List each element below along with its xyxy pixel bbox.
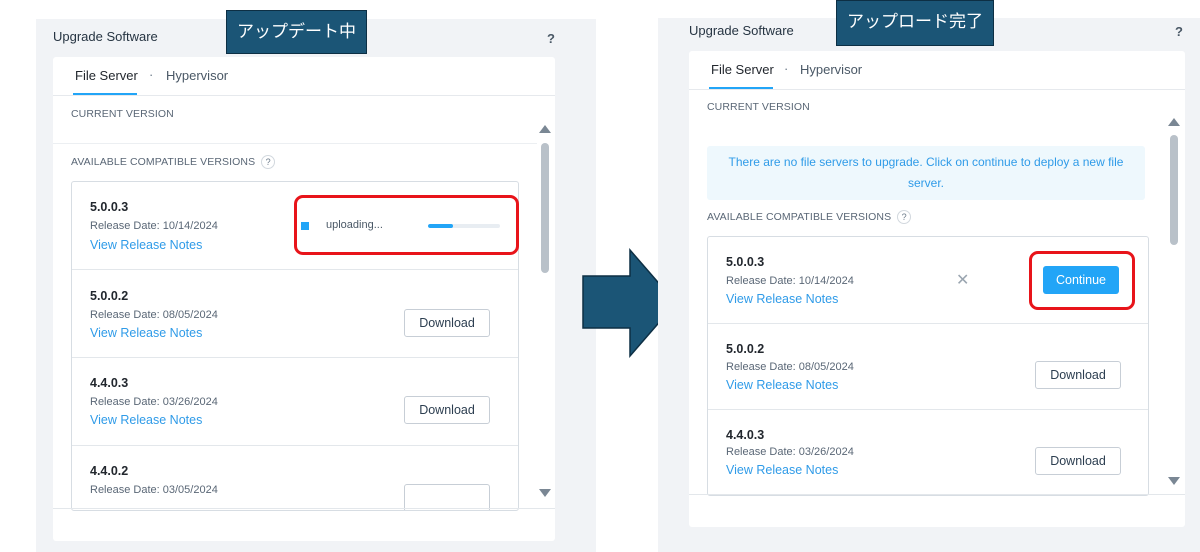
release-date: Release Date: 03/26/2024 xyxy=(726,446,854,458)
version-number: 4.4.0.2 xyxy=(90,464,129,478)
close-icon[interactable]: ✕ xyxy=(956,270,969,290)
download-button[interactable]: Download xyxy=(404,309,490,337)
panel-title: Upgrade Software xyxy=(53,29,158,44)
release-date: Release Date: 10/14/2024 xyxy=(726,275,854,287)
version-row: 5.0.0.2 Release Date: 08/05/2024 View Re… xyxy=(708,324,1148,410)
current-version-label: CURRENT VERSION xyxy=(707,101,810,113)
tab-file-server[interactable]: File Server xyxy=(711,62,774,77)
release-notes-link[interactable]: View Release Notes xyxy=(726,292,838,306)
release-date: Release Date: 03/26/2024 xyxy=(90,396,218,408)
download-button[interactable]: Download xyxy=(1035,361,1121,389)
release-date: Release Date: 08/05/2024 xyxy=(726,361,854,373)
tab-active-underline xyxy=(73,93,137,95)
scrollbar-thumb[interactable] xyxy=(1170,135,1178,245)
download-button[interactable]: Download xyxy=(1035,447,1121,475)
tab-bar: File Server · Hypervisor xyxy=(53,57,555,96)
tab-file-server[interactable]: File Server xyxy=(75,68,138,83)
info-help-icon[interactable]: ? xyxy=(261,155,276,169)
download-button-partial[interactable] xyxy=(404,484,490,510)
version-row: 5.0.0.2 Release Date: 08/05/2024 View Re… xyxy=(72,270,518,358)
release-date: Release Date: 08/05/2024 xyxy=(90,309,218,321)
highlight-frame xyxy=(294,195,519,255)
highlight-frame xyxy=(1029,251,1135,310)
card-footer-divider xyxy=(53,508,555,509)
tab-hypervisor[interactable]: Hypervisor xyxy=(800,62,862,77)
divider xyxy=(53,143,537,144)
version-number: 5.0.0.2 xyxy=(726,342,765,356)
scroll-up-icon[interactable] xyxy=(539,125,551,133)
version-row: 4.4.0.3 Release Date: 03/26/2024 View Re… xyxy=(708,410,1148,495)
release-date: Release Date: 03/05/2024 xyxy=(90,484,218,496)
scroll-down-icon[interactable] xyxy=(539,489,551,497)
help-icon[interactable]: ? xyxy=(547,31,555,46)
version-row: 4.4.0.3 Release Date: 03/26/2024 View Re… xyxy=(72,358,518,446)
version-number: 4.4.0.3 xyxy=(90,376,129,390)
release-notes-link[interactable]: View Release Notes xyxy=(726,463,838,477)
release-notes-link[interactable]: View Release Notes xyxy=(90,413,202,427)
version-number: 5.0.0.3 xyxy=(90,200,129,214)
tab-separator: · xyxy=(784,61,789,76)
available-versions-text: AVAILABLE COMPATIBLE VERSIONS xyxy=(71,155,256,168)
info-help-icon[interactable]: ? xyxy=(897,210,912,224)
release-notes-link[interactable]: View Release Notes xyxy=(726,378,838,392)
download-button[interactable]: Download xyxy=(404,396,490,424)
card-footer-divider xyxy=(689,494,1185,495)
status-callout-uploaded: アップロード完了 xyxy=(836,0,994,46)
panel-title: Upgrade Software xyxy=(689,23,794,38)
tab-active-underline xyxy=(709,87,773,89)
tab-bar: File Server · Hypervisor xyxy=(689,51,1185,90)
tab-separator: · xyxy=(149,67,154,82)
version-row: 4.4.0.2 Release Date: 03/05/2024 xyxy=(72,446,518,510)
release-notes-link[interactable]: View Release Notes xyxy=(90,238,202,252)
scroll-up-icon[interactable] xyxy=(1168,118,1180,126)
version-number: 5.0.0.2 xyxy=(90,289,129,303)
status-callout-updating: アップデート中 xyxy=(226,10,367,54)
upgrade-software-panel-uploading: Upgrade Software ? File Server · Hypervi… xyxy=(36,19,596,552)
tab-hypervisor[interactable]: Hypervisor xyxy=(166,68,228,83)
release-notes-link[interactable]: View Release Notes xyxy=(90,326,202,340)
scroll-down-icon[interactable] xyxy=(1168,477,1180,485)
version-number: 5.0.0.3 xyxy=(726,255,765,269)
upgrade-card: File Server · Hypervisor CURRENT VERSION… xyxy=(53,57,555,541)
release-date: Release Date: 10/14/2024 xyxy=(90,220,218,232)
available-versions-label: AVAILABLE COMPATIBLE VERSIONS? xyxy=(71,155,276,169)
info-message: There are no file servers to upgrade. Cl… xyxy=(707,146,1145,200)
current-version-label: CURRENT VERSION xyxy=(71,108,174,120)
help-icon[interactable]: ? xyxy=(1175,24,1183,39)
available-versions-label: AVAILABLE COMPATIBLE VERSIONS? xyxy=(707,210,912,224)
scrollbar-thumb[interactable] xyxy=(541,143,549,273)
available-versions-text: AVAILABLE COMPATIBLE VERSIONS xyxy=(707,210,892,223)
version-number: 4.4.0.3 xyxy=(726,428,765,442)
